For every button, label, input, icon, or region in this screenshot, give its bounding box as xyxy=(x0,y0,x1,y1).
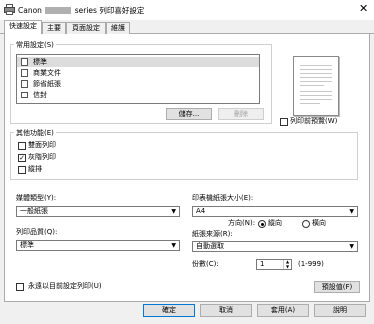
common-settings-list[interactable]: 標準 商業文件 節省紙張 信封 xyxy=(16,54,260,104)
list-item[interactable]: 商業文件 xyxy=(17,68,259,78)
portrait-label: 縱向 xyxy=(268,219,282,227)
title-brand: Canon xyxy=(18,6,42,15)
portrait-vertical-checkbox[interactable] xyxy=(18,166,26,174)
save-button[interactable]: 儲存... xyxy=(166,108,212,120)
media-type-label: 媒體類型(Y): xyxy=(16,194,57,202)
list-item-label: 節省紙張 xyxy=(33,80,61,88)
paper-size-label: 印表機紙張大小(E): xyxy=(192,194,254,202)
preview-checkbox[interactable] xyxy=(280,118,288,126)
always-print-checkbox[interactable] xyxy=(16,283,24,291)
list-item[interactable]: 標準 xyxy=(17,57,259,67)
list-item-label: 信封 xyxy=(33,91,47,99)
list-item[interactable]: 信封 xyxy=(17,90,259,100)
tab-maintenance[interactable]: 維護 xyxy=(106,22,130,34)
list-item-label: 標準 xyxy=(33,58,47,66)
cancel-button[interactable]: 取消 xyxy=(200,304,252,317)
printer-icon xyxy=(4,4,15,15)
paper-source-value: 自動選取 xyxy=(196,242,224,250)
ok-button[interactable]: 確定 xyxy=(143,304,195,317)
list-item[interactable]: 節省紙張 xyxy=(17,79,259,89)
paper-size-value: A4 xyxy=(196,207,206,215)
document-icon xyxy=(21,58,28,66)
redacted-model xyxy=(45,7,72,14)
preview-checkbox-label: 列印前預覽(W) xyxy=(290,117,338,125)
common-settings-label: 常用設定(S) xyxy=(14,40,56,50)
spin-arrows-icon[interactable]: ▲ ▼ xyxy=(283,259,291,269)
window-title: Canon series 列印喜好設定 xyxy=(18,5,144,16)
tab-quick-setup[interactable]: 快速設定 xyxy=(4,20,42,35)
delete-button[interactable]: 刪除 xyxy=(218,108,264,120)
document-icon xyxy=(21,80,28,88)
tab-page-setup[interactable]: 頁面設定 xyxy=(66,22,106,34)
chevron-down-icon: ▼ xyxy=(171,242,176,249)
apply-button[interactable]: 套用(A) xyxy=(257,304,309,317)
landscape-radio[interactable] xyxy=(302,220,310,228)
document-icon xyxy=(21,69,28,77)
media-type-value: 一般紙張 xyxy=(20,207,48,215)
duplex-checkbox[interactable] xyxy=(18,142,26,150)
grayscale-label: 灰階列印 xyxy=(28,153,56,161)
paper-source-label: 紙張來源(R): xyxy=(192,230,233,238)
copies-label: 份數(C): xyxy=(192,260,219,268)
tab-main[interactable]: 主要 xyxy=(42,22,66,34)
chevron-down-icon: ▼ xyxy=(349,208,354,215)
portrait-radio[interactable] xyxy=(258,220,266,228)
copies-value: 1 xyxy=(260,260,265,268)
other-features-label: 其他功能(E) xyxy=(14,128,56,138)
portrait-vertical-label: 縱排 xyxy=(28,165,42,173)
chevron-down-icon: ▼ xyxy=(349,243,354,250)
page-preview xyxy=(293,56,339,116)
close-icon[interactable]: ✕ xyxy=(359,3,368,15)
defaults-button[interactable]: 預設值(F) xyxy=(314,281,360,293)
print-quality-value: 標準 xyxy=(20,241,34,249)
paper-size-select[interactable]: A4 ▼ xyxy=(192,206,358,217)
other-features-group xyxy=(10,132,358,180)
print-quality-select[interactable]: 標準 ▼ xyxy=(16,240,180,251)
envelope-icon xyxy=(21,92,28,98)
landscape-label: 橫向 xyxy=(312,219,326,227)
list-item-label: 商業文件 xyxy=(33,69,61,77)
chevron-down-icon: ▼ xyxy=(171,208,176,215)
print-quality-label: 列印品質(Q): xyxy=(16,228,58,236)
paper-source-select[interactable]: 自動選取 ▼ xyxy=(192,241,358,252)
always-print-label: 永遠以目前設定列印(U) xyxy=(28,282,102,290)
title-text: series 列印喜好設定 xyxy=(74,6,145,15)
media-type-select[interactable]: 一般紙張 ▼ xyxy=(16,206,180,217)
help-button[interactable]: 說明 xyxy=(314,304,366,317)
tab-strip: 快速設定 主要 頁面設定 維護 xyxy=(0,20,374,35)
copies-range: (1-999) xyxy=(298,260,324,268)
copies-stepper[interactable]: 1 ▲ ▼ xyxy=(256,259,292,270)
grayscale-checkbox[interactable]: ✓ xyxy=(18,154,26,162)
duplex-label: 雙面列印 xyxy=(28,141,56,149)
orientation-label: 方向(N): xyxy=(228,219,256,227)
